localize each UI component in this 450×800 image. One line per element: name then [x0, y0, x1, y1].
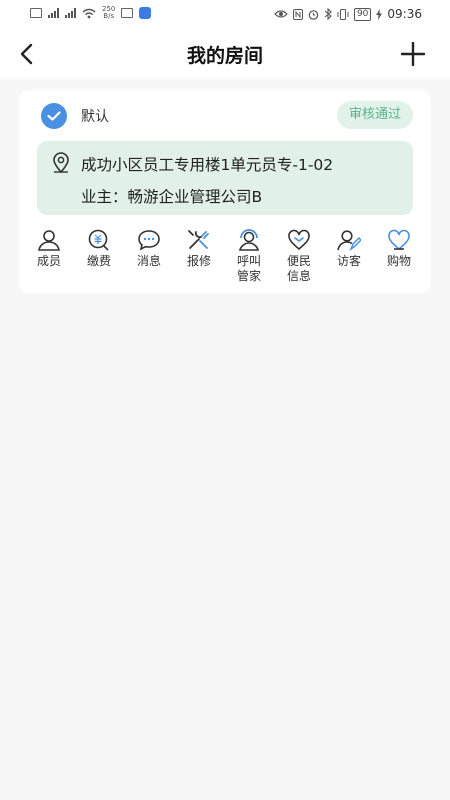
nav-header: 我的房间: [0, 30, 450, 78]
action-messages[interactable]: 消息: [127, 228, 171, 269]
action-label: 缴费: [86, 254, 111, 268]
location-pin-icon: [53, 152, 69, 174]
action-label: 便民信息: [286, 254, 311, 283]
sim-icon: [30, 8, 42, 18]
shopping-icon: [388, 229, 410, 251]
status-left: 250 B/s: [30, 6, 152, 20]
net-speed: 250 B/s: [102, 6, 115, 20]
action-label: 访客: [336, 254, 361, 268]
action-visitors[interactable]: 访客: [327, 228, 371, 269]
visitor-icon: [337, 230, 361, 251]
heart-icon: [288, 229, 310, 251]
room-owner: 业主：畅游企业管理公司B: [81, 188, 263, 206]
action-label: 购物: [386, 254, 411, 268]
payment-icon: [88, 229, 109, 251]
app-badge-icon: [139, 7, 152, 19]
bluetooth-icon: [324, 8, 332, 20]
action-label: 成员: [36, 254, 61, 268]
net-speed-unit: B/s: [103, 12, 115, 20]
vibrate-icon: [337, 8, 349, 20]
default-label: 默认: [81, 109, 109, 125]
alarm-icon: [308, 9, 319, 20]
status-badge: 审核通过: [336, 101, 413, 129]
action-call-housekeeper[interactable]: 呼叫管家: [227, 228, 271, 284]
repair-icon: [188, 230, 209, 249]
charging-icon: [376, 8, 383, 20]
quick-actions: 成员 缴费 消息 报修 呼叫管家 便民信息 访客 购物: [19, 228, 431, 288]
status-bar: 250 B/s 90 09:36: [0, 0, 450, 30]
eye-icon: [274, 10, 288, 18]
action-label: 呼叫管家: [236, 254, 261, 283]
plus-icon: [401, 42, 425, 66]
call-housekeeper-icon: [238, 229, 260, 251]
battery-indicator: 90: [353, 7, 372, 21]
action-payment[interactable]: 缴费: [77, 228, 121, 269]
action-label: 消息: [136, 254, 161, 268]
add-room-button[interactable]: [398, 39, 428, 69]
action-convenience-info[interactable]: 便民信息: [277, 228, 321, 284]
clock-time: 09:36: [387, 7, 422, 21]
action-label: 报修: [186, 254, 211, 268]
address-box: 成功小区员工专用楼1单元员专-1-02 业主：畅游企业管理公司B: [37, 141, 413, 215]
page-title: 我的房间: [186, 45, 263, 67]
nfc-icon: [292, 8, 303, 20]
room-card[interactable]: 默认 审核通过 成功小区员工专用楼1单元员专-1-02 业主：畅游企业管理公司B…: [19, 90, 431, 293]
default-checkbox[interactable]: [41, 103, 67, 129]
message-icon: [138, 230, 160, 251]
wifi-icon: [82, 8, 96, 18]
person-icon: [38, 230, 60, 251]
status-right: 90 09:36: [274, 7, 422, 21]
signal-icon: [48, 8, 59, 18]
room-address: 成功小区员工专用楼1单元员专-1-02: [81, 156, 334, 174]
signal-icon-2: [65, 8, 76, 18]
check-icon: [47, 111, 61, 121]
nfc-box-icon: [121, 8, 134, 18]
action-shopping[interactable]: 购物: [377, 228, 421, 269]
action-repair[interactable]: 报修: [177, 228, 221, 269]
action-members[interactable]: 成员: [27, 228, 71, 269]
